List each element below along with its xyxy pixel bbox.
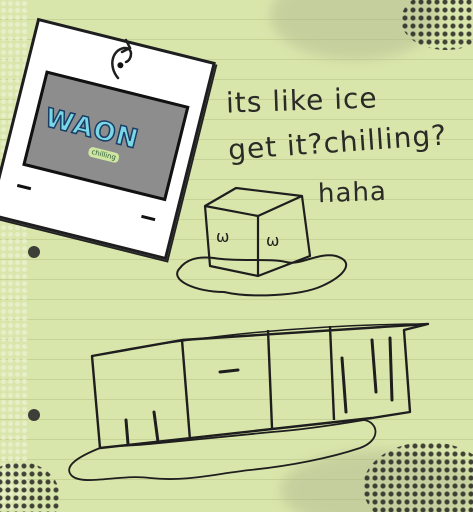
curly-arrow-icon: [111, 38, 133, 80]
big-ice-block-top: [91, 323, 429, 357]
big-ice-block: [90, 322, 430, 450]
cube-face-right: ω: [266, 231, 279, 250]
big-melt-puddle: [68, 419, 377, 481]
pencil-sketches: ω ω: [68, 38, 430, 481]
notebook-page: WAON chilling its like ice get it?chilli…: [0, 0, 473, 512]
block-letter-strokes: [124, 336, 394, 446]
cube-face-left: ω: [216, 227, 229, 246]
